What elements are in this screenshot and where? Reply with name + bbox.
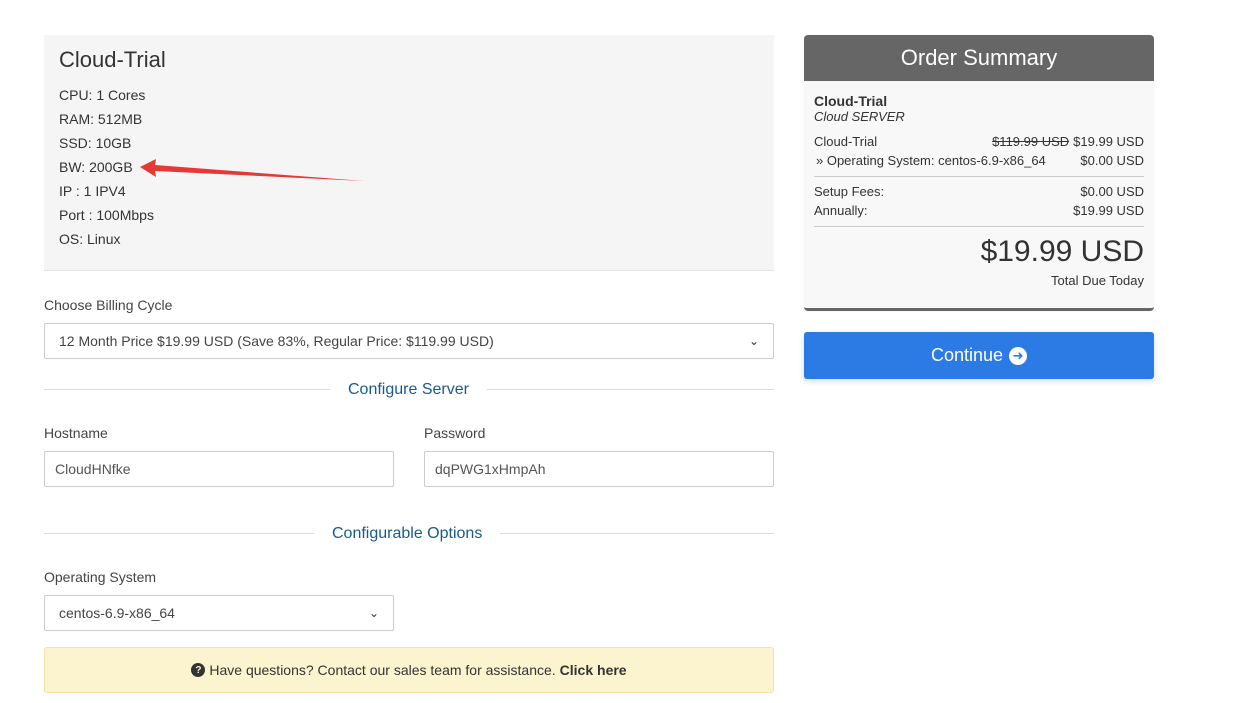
order-summary-title: Order Summary	[804, 35, 1154, 81]
spec-cpu: CPU: 1 Cores	[59, 87, 146, 103]
product-info-panel: Cloud-Trial CPU: 1 Cores RAM: 512MB SSD:…	[44, 35, 774, 271]
billing-cycle-select[interactable]: 12 Month Price $19.99 USD (Save 83%, Reg…	[44, 323, 774, 359]
summary-annually: Annually: $19.99 USD	[814, 201, 1144, 220]
sales-help-alert: ? Have questions? Contact our sales team…	[44, 647, 774, 693]
annually-label: Annually:	[814, 203, 868, 218]
summary-divider	[814, 226, 1144, 227]
arrow-circle-right-icon: ➜	[1009, 346, 1028, 365]
configure-server-heading: Configure Server	[330, 381, 487, 399]
total-due-amount: $19.99 USD	[980, 235, 1144, 268]
spec-port: Port : 100Mbps	[59, 207, 154, 223]
spec-ram: RAM: 512MB	[59, 111, 143, 127]
operating-system-select[interactable]: centos-6.9-x86_64 ⌄	[44, 595, 394, 631]
os-item-name: » Operating System: centos-6.9-x86_64	[816, 153, 1046, 168]
summary-os-item: » Operating System: centos-6.9-x86_64 $0…	[814, 151, 1144, 170]
hostname-label: Hostname	[44, 425, 108, 441]
password-label: Password	[424, 425, 486, 441]
summary-setup-fees: Setup Fees: $0.00 USD	[814, 182, 1144, 201]
continue-label: Continue	[930, 345, 1004, 365]
setup-fees-value: $0.00 USD	[1080, 184, 1144, 199]
line-item-price: $19.99 USD	[1073, 134, 1144, 149]
annotation-arrow-icon	[140, 159, 364, 181]
billing-cycle-label: Choose Billing Cycle	[44, 297, 173, 313]
spec-ssd: SSD: 10GB	[59, 135, 132, 151]
total-due-label: Total Due Today	[1051, 273, 1144, 288]
billing-cycle-value: 12 Month Price $19.99 USD (Save 83%, Reg…	[59, 333, 494, 349]
operating-system-label: Operating System	[44, 569, 157, 585]
os-item-price: $0.00 USD	[1080, 153, 1144, 168]
contact-sales-link[interactable]: Click here	[560, 662, 627, 678]
alert-text: Have questions? Contact our sales team f…	[209, 662, 556, 678]
line-item-name: Cloud-Trial	[814, 134, 878, 149]
order-summary-panel: Order Summary Cloud-Trial Cloud SERVER C…	[804, 35, 1154, 311]
summary-product-name: Cloud-Trial	[814, 93, 888, 109]
continue-button[interactable]: Continue ➜	[804, 332, 1154, 379]
chevron-down-icon: ⌄	[748, 334, 759, 348]
chevron-down-icon: ⌄	[368, 606, 379, 620]
summary-product-group: Cloud SERVER	[814, 109, 905, 124]
annually-value: $19.99 USD	[1073, 203, 1144, 218]
configurable-options-heading: Configurable Options	[314, 525, 501, 543]
setup-fees-label: Setup Fees:	[814, 184, 885, 199]
hostname-input[interactable]: CloudHNfke	[44, 451, 394, 487]
operating-system-value: centos-6.9-x86_64	[59, 605, 175, 621]
spec-os: OS: Linux	[59, 231, 121, 247]
password-input[interactable]: dqPWG1xHmpAh	[424, 451, 774, 487]
question-circle-icon: ?	[191, 663, 206, 677]
summary-divider	[814, 176, 1144, 177]
summary-line-item: Cloud-Trial $119.99 USD $19.99 USD	[814, 132, 1144, 151]
product-title: Cloud-Trial	[59, 47, 166, 72]
line-item-old-price: $119.99 USD	[992, 134, 1070, 149]
